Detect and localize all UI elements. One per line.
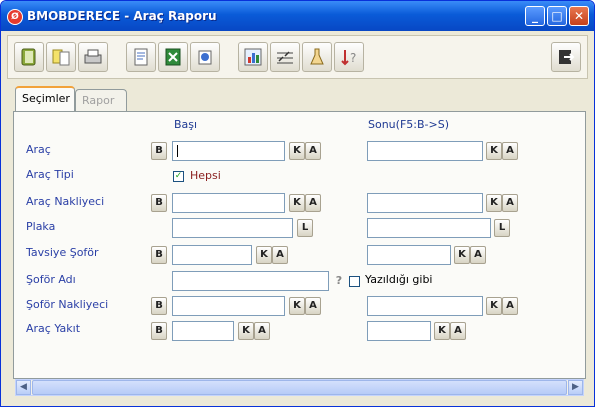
- chart-button[interactable]: [238, 42, 268, 72]
- vehicle-fuel-browse-button[interactable]: B: [151, 322, 167, 340]
- recommended-driver-end-name-button[interactable]: A: [470, 246, 486, 264]
- recommended-driver-browse-button[interactable]: B: [151, 246, 167, 264]
- close-button[interactable]: ✕: [569, 6, 589, 26]
- driver-name-input[interactable]: [172, 271, 329, 291]
- vehicle-carrier-start-name-button[interactable]: A: [305, 194, 321, 212]
- sort-help-button[interactable]: ?: [334, 42, 364, 72]
- vehicle-carrier-label: Araç Nakliyeci: [26, 195, 105, 208]
- vehicle-end-code-button[interactable]: K: [486, 142, 502, 160]
- plate-end-list-button[interactable]: L: [494, 219, 510, 237]
- vehicle-start-input[interactable]: [172, 141, 285, 161]
- driver-carrier-start-code-button[interactable]: K: [289, 297, 305, 315]
- scroll-thumb[interactable]: [32, 380, 567, 395]
- recommended-driver-start-code-button[interactable]: K: [256, 246, 272, 264]
- report-icon: [134, 48, 148, 66]
- exact-match-label: Yazıldığı gibi: [365, 273, 433, 286]
- excel-icon: [165, 48, 181, 66]
- driver-carrier-end-code-button[interactable]: K: [486, 297, 502, 315]
- vehicle-fuel-end-input[interactable]: [367, 321, 431, 341]
- toolbar: ?: [7, 35, 588, 79]
- selection-panel: Başı Sonu(F5:B->S) Araç B K A K A Araç T…: [13, 111, 586, 379]
- vehicle-carrier-end-name-button[interactable]: A: [502, 194, 518, 212]
- driver-carrier-start-name-button[interactable]: A: [305, 297, 321, 315]
- minimize-button[interactable]: _: [525, 6, 545, 26]
- excel-button[interactable]: [158, 42, 188, 72]
- documents-icon: [52, 49, 70, 66]
- exit-button[interactable]: [551, 42, 581, 72]
- sort-help-icon: ?: [341, 50, 356, 66]
- title-bar[interactable]: Ø BMOBDERECE - Araç Raporu _ □ ✕: [1, 1, 594, 31]
- plate-start-input[interactable]: [172, 218, 293, 238]
- vehicle-fuel-label: Araç Yakıt: [26, 322, 81, 335]
- export-icon: [198, 50, 212, 65]
- text-cursor: [177, 145, 178, 157]
- maximize-button[interactable]: □: [547, 6, 567, 26]
- vehicle-carrier-end-input[interactable]: [367, 193, 483, 213]
- signature-button[interactable]: [270, 42, 300, 72]
- window-title: BMOBDERECE - Araç Raporu: [27, 9, 217, 23]
- vehicle-fuel-end-name-button[interactable]: A: [450, 322, 466, 340]
- driver-carrier-label: Şoför Nakliyeci: [26, 298, 109, 311]
- app-window: Ø BMOBDERECE - Araç Raporu _ □ ✕ ? Seçim…: [0, 0, 595, 407]
- driver-carrier-browse-button[interactable]: B: [151, 297, 167, 315]
- vehicle-label: Araç: [26, 143, 51, 156]
- documents-button[interactable]: [46, 42, 76, 72]
- flask-icon: [310, 48, 324, 65]
- print-button[interactable]: [78, 42, 108, 72]
- recommended-driver-label: Tavsiye Şoför: [26, 246, 99, 259]
- vehicle-start-name-button[interactable]: A: [305, 142, 321, 160]
- all-checkbox-label: Hepsi: [190, 169, 221, 182]
- scroll-right-icon[interactable]: ▶: [568, 380, 583, 395]
- vehicle-end-name-button[interactable]: A: [502, 142, 518, 160]
- printer-icon: [84, 49, 102, 64]
- recommended-driver-start-name-button[interactable]: A: [272, 246, 288, 264]
- book-button[interactable]: [14, 42, 44, 72]
- vehicle-carrier-browse-button[interactable]: B: [151, 194, 167, 212]
- vehicle-carrier-end-code-button[interactable]: K: [486, 194, 502, 212]
- horizontal-scrollbar[interactable]: ◀ ▶: [15, 379, 584, 396]
- signature-icon: [277, 51, 293, 64]
- book-icon: [21, 48, 36, 66]
- exact-match-checkbox[interactable]: [349, 276, 360, 287]
- report-button[interactable]: [126, 42, 156, 72]
- vehicle-fuel-start-input[interactable]: [172, 321, 234, 341]
- driver-carrier-end-name-button[interactable]: A: [502, 297, 518, 315]
- export-button[interactable]: [190, 42, 220, 72]
- driver-name-help-icon[interactable]: ?: [333, 272, 345, 290]
- vehicle-end-input[interactable]: [367, 141, 483, 161]
- vehicle-browse-button[interactable]: B: [151, 142, 167, 160]
- exit-icon: [559, 50, 575, 64]
- svg-text:?: ?: [350, 51, 356, 65]
- vehicle-fuel-end-code-button[interactable]: K: [434, 322, 450, 340]
- vehicle-fuel-start-code-button[interactable]: K: [238, 322, 254, 340]
- recommended-driver-end-code-button[interactable]: K: [454, 246, 470, 264]
- plate-end-input[interactable]: [367, 218, 491, 238]
- end-column-header: Sonu(F5:B->S): [368, 118, 449, 131]
- driver-carrier-start-input[interactable]: [172, 296, 285, 316]
- vehicle-start-code-button[interactable]: K: [289, 142, 305, 160]
- plate-label: Plaka: [26, 220, 56, 233]
- scroll-left-icon[interactable]: ◀: [16, 380, 31, 395]
- start-column-header: Başı: [174, 118, 198, 131]
- recommended-driver-end-input[interactable]: [367, 245, 451, 265]
- all-checkbox[interactable]: ✓: [173, 171, 184, 182]
- vehicle-carrier-start-code-button[interactable]: K: [289, 194, 305, 212]
- app-logo-icon: Ø: [7, 9, 23, 25]
- recommended-driver-start-input[interactable]: [172, 245, 252, 265]
- vehicle-fuel-start-name-button[interactable]: A: [254, 322, 270, 340]
- chart-icon: [244, 48, 262, 66]
- vehicle-carrier-start-input[interactable]: [172, 193, 285, 213]
- driver-carrier-end-input[interactable]: [367, 296, 483, 316]
- tab-selections[interactable]: Seçimler: [15, 86, 75, 112]
- tab-report[interactable]: Rapor: [75, 89, 127, 111]
- driver-name-label: Şoför Adı: [26, 273, 76, 286]
- plate-start-list-button[interactable]: L: [297, 219, 313, 237]
- flask-button[interactable]: [302, 42, 332, 72]
- vehicle-type-label: Araç Tipi: [26, 168, 74, 181]
